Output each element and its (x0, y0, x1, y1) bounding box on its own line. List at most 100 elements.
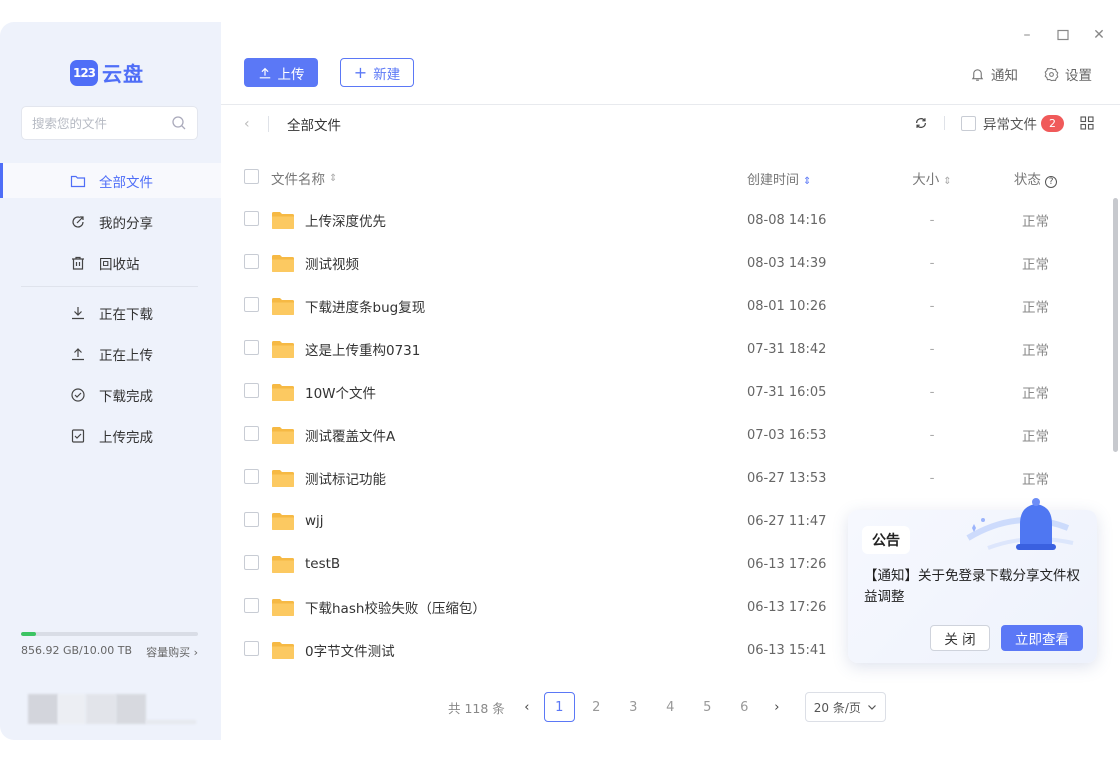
file-name[interactable]: 上传深度优先 (305, 210, 386, 230)
announcement-tag: 公告 (862, 526, 910, 554)
row-checkbox[interactable] (244, 339, 259, 355)
page-number[interactable]: 4 (652, 700, 689, 715)
file-name[interactable]: 测试覆盖文件A (305, 425, 395, 445)
minimize-icon[interactable]: – (1020, 27, 1034, 43)
row-checkbox[interactable] (244, 296, 259, 312)
file-name[interactable]: wjj (305, 513, 324, 529)
header-time[interactable]: 创建时间 ⇕ (747, 169, 877, 188)
file-name[interactable]: 0字节文件测试 (305, 640, 395, 660)
sidebar-item-label: 上传完成 (99, 429, 153, 446)
check-square-icon (71, 428, 85, 443)
sidebar-item-label: 下载完成 (99, 388, 153, 405)
file-name[interactable]: 下载进度条bug复现 (305, 296, 425, 316)
file-name[interactable]: 下载hash校验失败（压缩包） (305, 597, 486, 617)
app-logo: 123 云盘 (70, 58, 144, 87)
new-button[interactable]: + 新建 (340, 58, 414, 87)
user-info-blur (58, 694, 86, 724)
view-now-button[interactable]: 立即查看 (1001, 625, 1083, 651)
settings-button[interactable]: 设置 (1044, 64, 1092, 84)
header-status: 状态 ? (987, 168, 1084, 188)
upload-button[interactable]: 上传 (244, 58, 318, 87)
row-checkbox[interactable] (244, 382, 259, 398)
avatar (28, 694, 58, 724)
sidebar-item-downloading[interactable]: 正在下载 (0, 295, 221, 330)
table-row[interactable]: 10W个文件 07-31 16:05 - 正常 (244, 379, 1084, 405)
page-number[interactable]: 1 (543, 692, 575, 722)
notify-button[interactable]: 通知 (970, 64, 1018, 84)
header-name[interactable]: 文件名称 ⇕ (271, 168, 747, 188)
download-icon (72, 306, 84, 319)
table-row[interactable]: 上传深度优先 08-08 14:16 - 正常 (244, 207, 1084, 233)
page-number[interactable]: 6 (726, 700, 763, 715)
file-time: 07-31 16:05 (747, 384, 827, 400)
user-profile[interactable] (28, 694, 196, 724)
row-checkbox[interactable] (244, 640, 259, 656)
file-status: 正常 (1022, 386, 1049, 402)
user-info-blur (146, 720, 196, 724)
logo-badge: 123 (70, 59, 98, 86)
breadcrumb-actions: 异常文件 2 (914, 113, 1094, 133)
grid-view-icon[interactable] (1080, 116, 1094, 130)
select-all-checkbox[interactable] (244, 168, 259, 184)
upload-icon (259, 67, 270, 78)
row-checkbox[interactable] (244, 511, 259, 527)
header-size[interactable]: 大小 ⇕ (877, 168, 987, 188)
maximize-icon[interactable] (1056, 28, 1070, 42)
close-icon[interactable]: ✕ (1092, 27, 1106, 43)
table-row[interactable]: 测试覆盖文件A 07-03 16:53 - 正常 (244, 422, 1084, 448)
row-checkbox[interactable] (244, 597, 259, 613)
back-arrow-icon[interactable]: ‹ (244, 116, 268, 132)
folder-icon (272, 211, 294, 229)
sidebar-item-all-files[interactable]: 全部文件 (0, 163, 221, 198)
sidebar-item-upload-complete[interactable]: 上传完成 (0, 418, 221, 453)
row-checkbox[interactable] (244, 425, 259, 441)
storage-usage-text: 856.92 GB/10.00 TB (21, 644, 133, 657)
file-status: 正常 (1022, 343, 1049, 359)
share-icon (72, 215, 84, 228)
row-checkbox[interactable] (244, 253, 259, 269)
file-name[interactable]: 10W个文件 (305, 382, 376, 402)
table-row[interactable]: 测试视频 08-03 14:39 - 正常 (244, 250, 1084, 276)
file-size: - (929, 298, 935, 314)
sidebar-item-uploading[interactable]: 正在上传 (0, 336, 221, 371)
sidebar-divider (21, 286, 198, 287)
page-number[interactable]: 2 (578, 700, 615, 715)
file-time: 07-31 18:42 (747, 341, 827, 357)
abnormal-files-label: 异常文件 (983, 117, 1037, 133)
folder-icon (272, 254, 294, 272)
page-number[interactable]: 5 (689, 700, 726, 715)
search-input[interactable] (32, 115, 171, 131)
page-size-select[interactable]: 20 条/页 (804, 692, 886, 722)
search-icon[interactable] (171, 115, 187, 131)
sidebar-item-recycle-bin[interactable]: 回收站 (0, 245, 221, 280)
file-name[interactable]: 这是上传重构0731 (305, 339, 420, 359)
folder-icon (272, 641, 294, 659)
file-time: 07-03 16:53 (747, 427, 827, 443)
buy-capacity-link[interactable]: 容量购买 › (146, 644, 198, 660)
total-count: 共 118 条 (448, 700, 505, 716)
page-number[interactable]: 3 (615, 700, 652, 715)
sidebar-item-download-complete[interactable]: 下载完成 (0, 377, 221, 412)
file-time: 08-08 14:16 (747, 212, 827, 228)
sidebar: 123 云盘 全部文件 我的分享 回收站 正在下载 正在上传 (0, 22, 221, 740)
sidebar-item-my-share[interactable]: 我的分享 (0, 204, 221, 239)
row-checkbox[interactable] (244, 468, 259, 484)
table-row[interactable]: 下载进度条bug复现 08-01 10:26 - 正常 (244, 293, 1084, 319)
row-checkbox[interactable] (244, 554, 259, 570)
sidebar-item-label: 回收站 (99, 256, 140, 273)
file-name[interactable]: 测试标记功能 (305, 468, 386, 488)
table-header: 文件名称 ⇕ 创建时间 ⇕ 大小 ⇕ 状态 ? (244, 166, 1084, 190)
row-checkbox[interactable] (244, 210, 259, 226)
table-row[interactable]: 这是上传重构0731 07-31 18:42 - 正常 (244, 336, 1084, 362)
prev-page-icon[interactable]: ‹ (513, 700, 541, 715)
file-name[interactable]: 测试视频 (305, 253, 359, 273)
sidebar-item-label: 全部文件 (99, 174, 153, 191)
help-icon[interactable]: ? (1045, 176, 1058, 188)
refresh-icon[interactable] (914, 116, 928, 130)
next-page-icon[interactable]: › (763, 700, 791, 715)
scrollbar[interactable] (1113, 198, 1118, 452)
abnormal-files-checkbox[interactable] (961, 115, 976, 131)
file-name[interactable]: testB (305, 556, 340, 572)
close-button[interactable]: 关 闭 (930, 625, 990, 651)
storage-progress-fill (21, 632, 36, 636)
